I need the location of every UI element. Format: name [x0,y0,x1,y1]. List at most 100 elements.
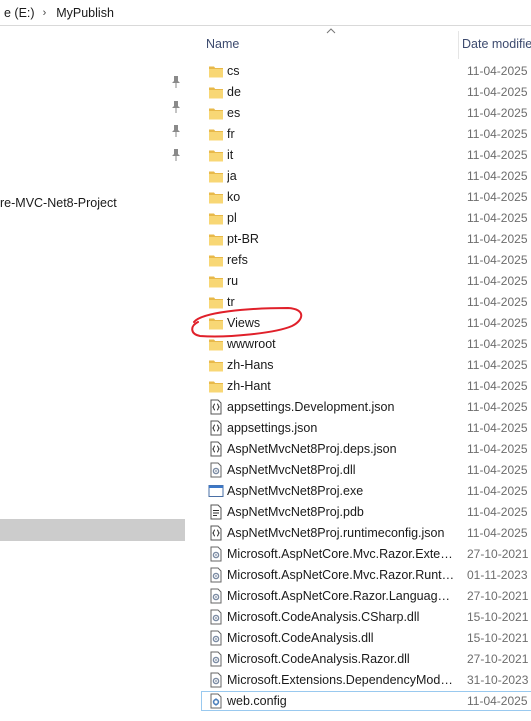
file-name: es [227,106,241,120]
json-file-icon [208,399,224,415]
file-row[interactable]: Microsoft.AspNetCore.Razor.Language.dll 2… [196,586,531,607]
folder-icon [208,357,224,373]
file-date-modified: 11-04-2025 1 [467,232,531,246]
file-row[interactable]: fr 11-04-2025 1 [196,124,531,145]
nav-scrollbar[interactable] [186,27,196,721]
dll-file-icon [208,651,224,667]
file-row[interactable]: Microsoft.AspNetCore.Mvc.Razor.Extension… [196,544,531,565]
pin-icon[interactable] [170,100,182,114]
file-name: fr [227,127,235,141]
file-name: refs [227,253,248,267]
exe-file-icon [208,483,224,499]
file-date-modified: 11-04-2025 1 [467,316,531,330]
file-name: Microsoft.AspNetCore.Razor.Language.dll [227,589,455,603]
file-name: appsettings.json [227,421,318,435]
nav-selected-item[interactable] [0,519,185,541]
breadcrumb-current-folder[interactable]: MyPublish [52,6,118,20]
folder-icon [208,105,224,121]
json-file-icon [208,441,224,457]
file-date-modified: 11-04-2025 1 [467,442,531,456]
pin-icon[interactable] [170,75,182,89]
file-name: zh-Hant [227,379,271,393]
folder-icon [208,168,224,184]
pin-icon[interactable] [170,148,182,162]
column-header-name[interactable]: Name [206,37,239,51]
folder-icon [208,378,224,394]
dll-file-icon [208,630,224,646]
file-row[interactable]: cs 11-04-2025 1 [196,61,531,82]
file-date-modified: 27-10-2021 0 [467,547,531,561]
breadcrumb-drive[interactable]: e (E:) [0,6,39,20]
file-name: Microsoft.CodeAnalysis.CSharp.dll [227,610,420,624]
file-date-modified: 15-10-2021 0 [467,631,531,645]
file-name: tr [227,295,235,309]
file-date-modified: 11-04-2025 1 [467,526,531,540]
file-date-modified: 11-04-2025 1 [467,694,531,708]
pdb-file-icon [208,504,224,520]
column-divider[interactable] [458,31,459,59]
file-name: AspNetMvcNet8Proj.deps.json [227,442,397,456]
file-name: Microsoft.Extensions.DependencyModel.dll [227,673,455,687]
file-date-modified: 11-04-2025 1 [467,148,531,162]
column-header-date-modified[interactable]: Date modified [462,37,531,51]
file-name: appsettings.Development.json [227,400,395,414]
nav-item-project-folder[interactable]: re-MVC-Net8-Project [0,193,117,213]
file-row[interactable]: it 11-04-2025 1 [196,145,531,166]
address-bar[interactable]: e (E:) › MyPublish [0,0,531,26]
file-row[interactable]: Microsoft.CodeAnalysis.Razor.dll 27-10-20… [196,649,531,670]
file-row[interactable]: ja 11-04-2025 1 [196,166,531,187]
file-name: pt-BR [227,232,259,246]
folder-icon [208,126,224,142]
file-row[interactable]: AspNetMvcNet8Proj.pdb 11-04-2025 1 [196,502,531,523]
file-name: de [227,85,241,99]
folder-icon [208,189,224,205]
file-row[interactable]: appsettings.json 11-04-2025 1 [196,418,531,439]
file-date-modified: 11-04-2025 1 [467,295,531,309]
file-name: it [227,148,234,162]
file-row[interactable]: pt-BR 11-04-2025 1 [196,229,531,250]
breadcrumb-chevron-icon[interactable]: › [39,7,53,19]
file-row[interactable]: zh-Hant 11-04-2025 1 [196,376,531,397]
file-date-modified: 11-04-2025 1 [467,253,531,267]
file-row[interactable]: Microsoft.CodeAnalysis.CSharp.dll 15-10-2… [196,607,531,628]
file-row[interactable]: AspNetMvcNet8Proj.runtimeconfig.json 11-0… [196,523,531,544]
folder-icon [208,294,224,310]
file-row[interactable]: refs 11-04-2025 1 [196,250,531,271]
file-row[interactable]: de 11-04-2025 1 [196,82,531,103]
folder-icon [208,147,224,163]
file-name: AspNetMvcNet8Proj.dll [227,463,356,477]
file-row[interactable]: es 11-04-2025 1 [196,103,531,124]
json-file-icon [208,420,224,436]
file-row[interactable]: zh-Hans 11-04-2025 1 [196,355,531,376]
file-row[interactable]: AspNetMvcNet8Proj.deps.json 11-04-2025 1 [196,439,531,460]
file-row[interactable]: AspNetMvcNet8Proj.dll 11-04-2025 1 [196,460,531,481]
file-date-modified: 11-04-2025 1 [467,400,531,414]
file-name: ko [227,190,241,204]
file-row[interactable]: appsettings.Development.json 11-04-2025 1 [196,397,531,418]
file-row[interactable]: ko 11-04-2025 1 [196,187,531,208]
file-row[interactable]: ru 11-04-2025 1 [196,271,531,292]
file-row[interactable]: Microsoft.Extensions.DependencyModel.dll… [196,670,531,691]
file-row[interactable]: Microsoft.CodeAnalysis.dll 15-10-2021 0 [196,628,531,649]
file-row[interactable]: Microsoft.AspNetCore.Mvc.Razor.RuntimeCo… [196,565,531,586]
file-name: AspNetMvcNet8Proj.exe [227,484,364,498]
file-date-modified: 11-04-2025 1 [467,127,531,141]
file-name: ru [227,274,239,288]
folder-icon [208,252,224,268]
file-row[interactable]: AspNetMvcNet8Proj.exe 11-04-2025 1 [196,481,531,502]
file-row[interactable]: Views 11-04-2025 1 [196,313,531,334]
file-name: AspNetMvcNet8Proj.pdb [227,505,364,519]
file-date-modified: 01-11-2023 0 [467,568,531,582]
navigation-pane: re-MVC-Net8-Project [0,27,185,721]
file-name: cs [227,64,240,78]
file-row[interactable]: tr 11-04-2025 1 [196,292,531,313]
file-date-modified: 11-04-2025 1 [467,106,531,120]
folder-icon [208,231,224,247]
file-row[interactable]: web.config 11-04-2025 1 [196,691,531,712]
file-date-modified: 27-10-2021 0 [467,589,531,603]
file-row[interactable]: pl 11-04-2025 1 [196,208,531,229]
file-name: Microsoft.AspNetCore.Mvc.Razor.RuntimeCo… [227,568,455,582]
pin-icon[interactable] [170,124,182,138]
file-row[interactable]: wwwroot 11-04-2025 1 [196,334,531,355]
folder-icon [208,63,224,79]
